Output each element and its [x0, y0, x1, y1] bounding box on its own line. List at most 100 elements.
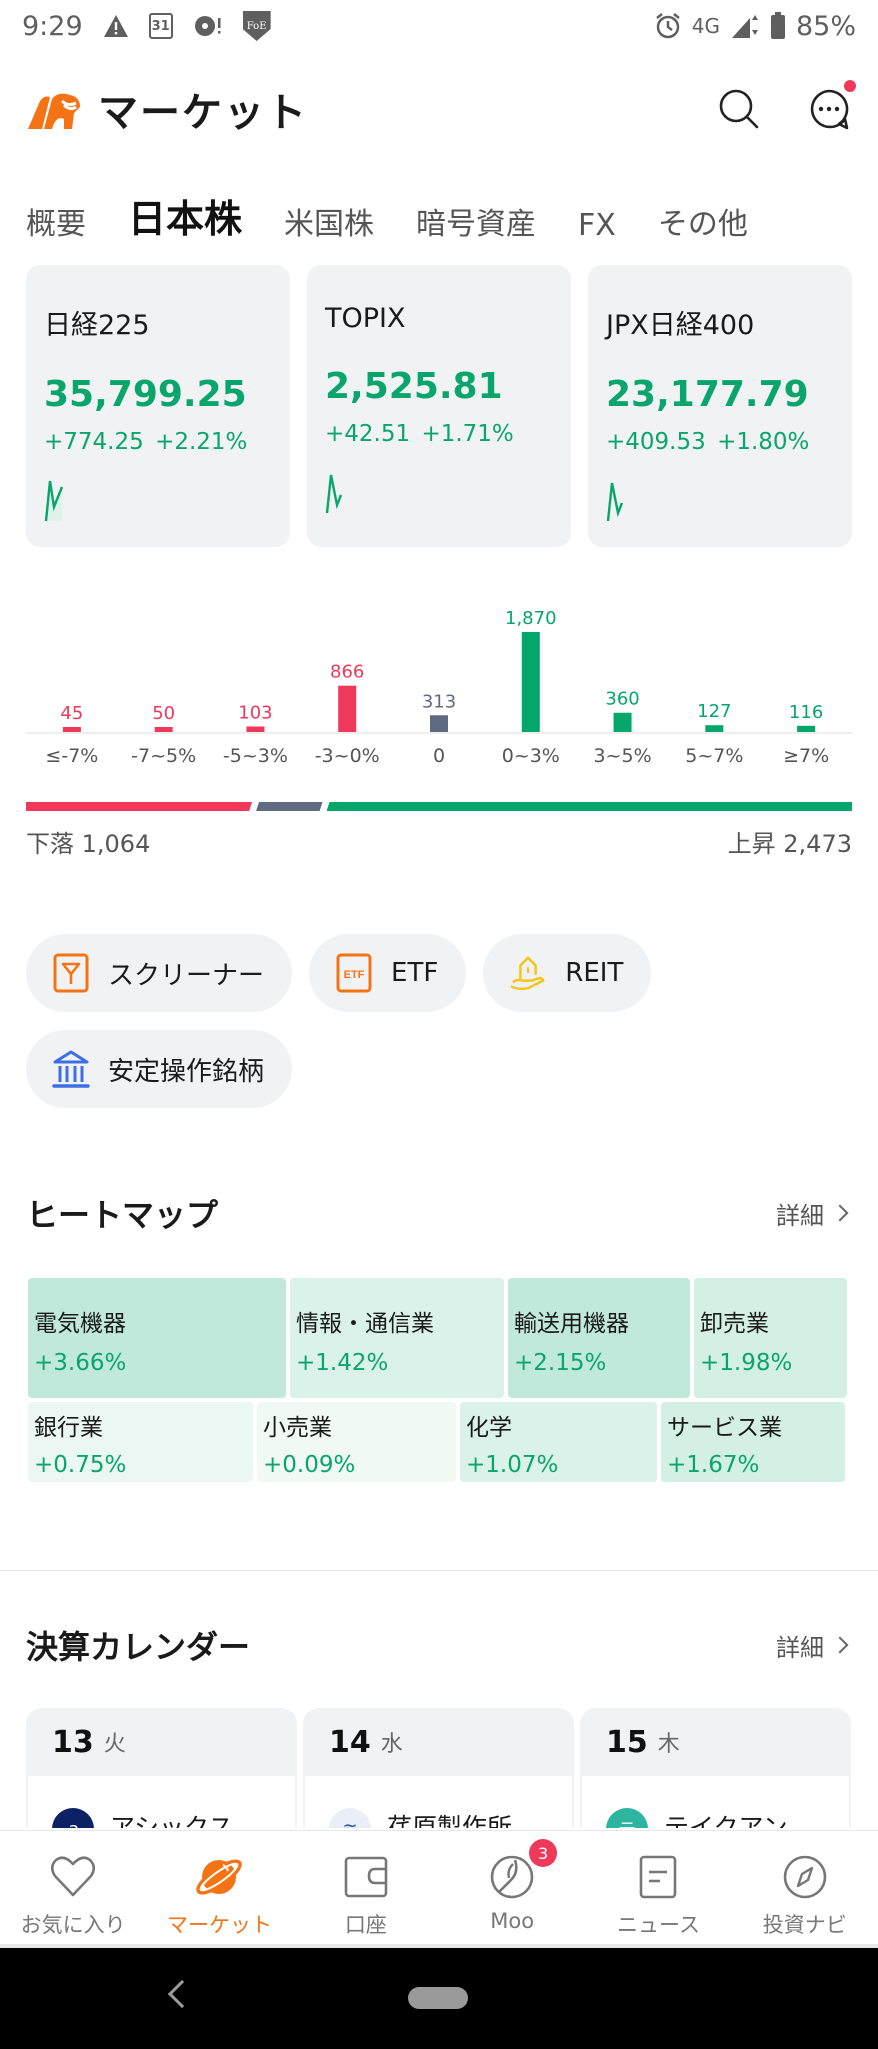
- planet-icon: [195, 1853, 243, 1901]
- tab-japan-stocks[interactable]: 日本株: [128, 188, 242, 249]
- section-divider: [0, 1570, 878, 1571]
- nav-market[interactable]: マーケット: [146, 1831, 292, 1946]
- rise-count: 上昇 2,473: [727, 830, 852, 858]
- index-price: 35,799.25: [44, 374, 247, 415]
- earnings-calendar: 13火 a アシックス 14水 ≋ 荏原製作所 15木 テ テイクアン…: [26, 1708, 851, 1828]
- bar-value-label: 360: [605, 689, 639, 710]
- reit-button[interactable]: REIT: [483, 934, 652, 1012]
- screener-icon: [52, 953, 90, 993]
- heatmap-title: ヒートマップ: [26, 1196, 219, 1234]
- tab-us-stocks[interactable]: 米国株: [284, 199, 374, 249]
- index-card-topix[interactable]: TOPIX 2,525.81 +42.51 +1.71%: [307, 265, 571, 547]
- company-logo-icon: a: [52, 1808, 94, 1828]
- app-header: マーケット: [0, 76, 878, 142]
- index-name: JPX日経400: [606, 310, 755, 341]
- heatmap-cell[interactable]: 卸売業 +1.98%: [694, 1278, 847, 1398]
- calendar-day-card[interactable]: 14水 ≋ 荏原製作所: [303, 1708, 574, 1828]
- category-label: -5~3%: [223, 745, 288, 767]
- search-button[interactable]: [716, 86, 762, 132]
- disc-alert-icon: [193, 14, 223, 38]
- home-pill[interactable]: [408, 1987, 468, 2009]
- chevron-right-icon: [831, 1204, 849, 1222]
- fall-segment: [26, 802, 252, 811]
- earnings-details-link[interactable]: 詳細: [776, 1628, 852, 1663]
- chevron-right-icon: [831, 1636, 849, 1654]
- category-label: -3~0%: [315, 745, 380, 767]
- stabilized-stocks-button[interactable]: 安定操作銘柄: [26, 1030, 293, 1108]
- battery-level: 85%: [795, 10, 856, 42]
- moo-icon: [488, 1853, 536, 1901]
- heatmap-cell[interactable]: 情報・通信業 +1.42%: [290, 1278, 504, 1398]
- category-label: -7~5%: [131, 745, 196, 767]
- compass-icon: [781, 1853, 829, 1901]
- earnings-title: 決算カレンダー: [26, 1628, 251, 1666]
- market-tabs: 概要 日本株 米国株 暗号資産 FX その他: [26, 188, 790, 249]
- nav-account[interactable]: 口座: [293, 1831, 439, 1946]
- tab-other[interactable]: その他: [658, 199, 748, 249]
- heatmap-cell[interactable]: 電気機器 +3.66%: [28, 1278, 286, 1398]
- chart-bar: [430, 715, 448, 732]
- index-card-jpx400[interactable]: JPX日経400 23,177.79 +409.53 +1.80%: [588, 265, 852, 547]
- index-name: 日経225: [44, 310, 150, 341]
- nav-moo[interactable]: 3 Moo: [439, 1831, 585, 1946]
- wallet-icon: [342, 1853, 390, 1901]
- shield-icon: FoE: [242, 11, 271, 41]
- calendar-day-card[interactable]: 15木 テ テイクアン…: [580, 1708, 851, 1828]
- heatmap-cell[interactable]: 化学 +1.07%: [460, 1402, 657, 1482]
- price-change-distribution-chart: 45 ≤-7% 50 -7~5% 103 -5~3% 866 -3~0% 313 0 1,870 0~…: [26, 600, 852, 780]
- heart-icon: [49, 1853, 97, 1901]
- screener-button[interactable]: スクリーナー: [26, 934, 293, 1012]
- bar-value-label: 313: [422, 691, 456, 712]
- chart-bar: [705, 725, 724, 732]
- heatmap-cell[interactable]: 小売業 +0.09%: [257, 1402, 456, 1482]
- chart-bar: [797, 725, 816, 732]
- heatmap-details-link[interactable]: 詳細: [776, 1196, 852, 1231]
- sector-heatmap: 電気機器 +3.66% 情報・通信業 +1.42% 輸送用機器 +2.15% 卸売業 +…: [28, 1278, 851, 1486]
- flat-segment: [256, 802, 323, 811]
- status-time: 9:29: [22, 10, 83, 42]
- distribution-svg: 45 ≤-7% 50 -7~5% 103 -5~3% 866 -3~0% 313 0 1,870 0~…: [26, 608, 852, 767]
- calendar-icon: 31: [148, 13, 173, 39]
- heatmap-cell[interactable]: 輸送用機器 +2.15%: [508, 1278, 690, 1398]
- chat-bubble-icon: [810, 89, 849, 130]
- company-name: テイクアン…: [664, 1813, 813, 1828]
- messages-button[interactable]: [806, 80, 856, 132]
- warning-icon: [103, 14, 129, 38]
- heatmap-cell[interactable]: サービス業 +1.67%: [661, 1402, 845, 1482]
- page-title: マーケット: [98, 90, 308, 136]
- news-icon: [634, 1853, 682, 1901]
- status-bar: 9:29 31 FoE 4G 85%: [0, 0, 878, 52]
- index-price: 2,525.81: [325, 366, 503, 407]
- reit-icon: [509, 953, 547, 993]
- company-name: 荏原製作所: [387, 1813, 513, 1828]
- sparkline-chart: [325, 474, 343, 514]
- nav-invest-navi[interactable]: 投資ナビ: [732, 1831, 878, 1946]
- sparkline-chart: [606, 482, 624, 522]
- index-card-nikkei225[interactable]: 日経225 35,799.25 +774.25 +2.21%: [26, 265, 290, 547]
- tab-overview[interactable]: 概要: [26, 199, 86, 249]
- bar-value-label: 866: [330, 662, 364, 683]
- bar-value-label: 1,870: [505, 608, 557, 629]
- tab-crypto[interactable]: 暗号資産: [416, 199, 536, 249]
- chart-baseline: [26, 732, 852, 734]
- sparkline-chart: [44, 480, 64, 522]
- chart-bar: [338, 685, 357, 732]
- heatmap-cell[interactable]: 銀行業 +0.75%: [28, 1402, 253, 1482]
- etf-icon: ETF: [335, 953, 373, 993]
- nav-news[interactable]: ニュース: [585, 1831, 731, 1946]
- notification-dot: [844, 80, 856, 92]
- back-icon[interactable]: [167, 1979, 197, 2009]
- chart-bar: [521, 632, 540, 732]
- category-label: 0: [433, 745, 445, 767]
- tab-fx[interactable]: FX: [578, 208, 616, 249]
- index-change: +42.51 +1.71%: [325, 421, 514, 447]
- index-price: 23,177.79: [606, 374, 809, 415]
- calendar-day-card[interactable]: 13火 a アシックス: [26, 1708, 297, 1828]
- system-navigation-bar: [0, 1948, 878, 2049]
- fall-count: 下落 1,064: [26, 830, 151, 858]
- notification-badge: 3: [529, 1839, 558, 1867]
- nav-favorites[interactable]: お気に入り: [0, 1831, 146, 1946]
- chart-bar: [246, 726, 265, 732]
- etf-button[interactable]: ETF ETF: [309, 934, 467, 1012]
- search-icon: [719, 89, 759, 129]
